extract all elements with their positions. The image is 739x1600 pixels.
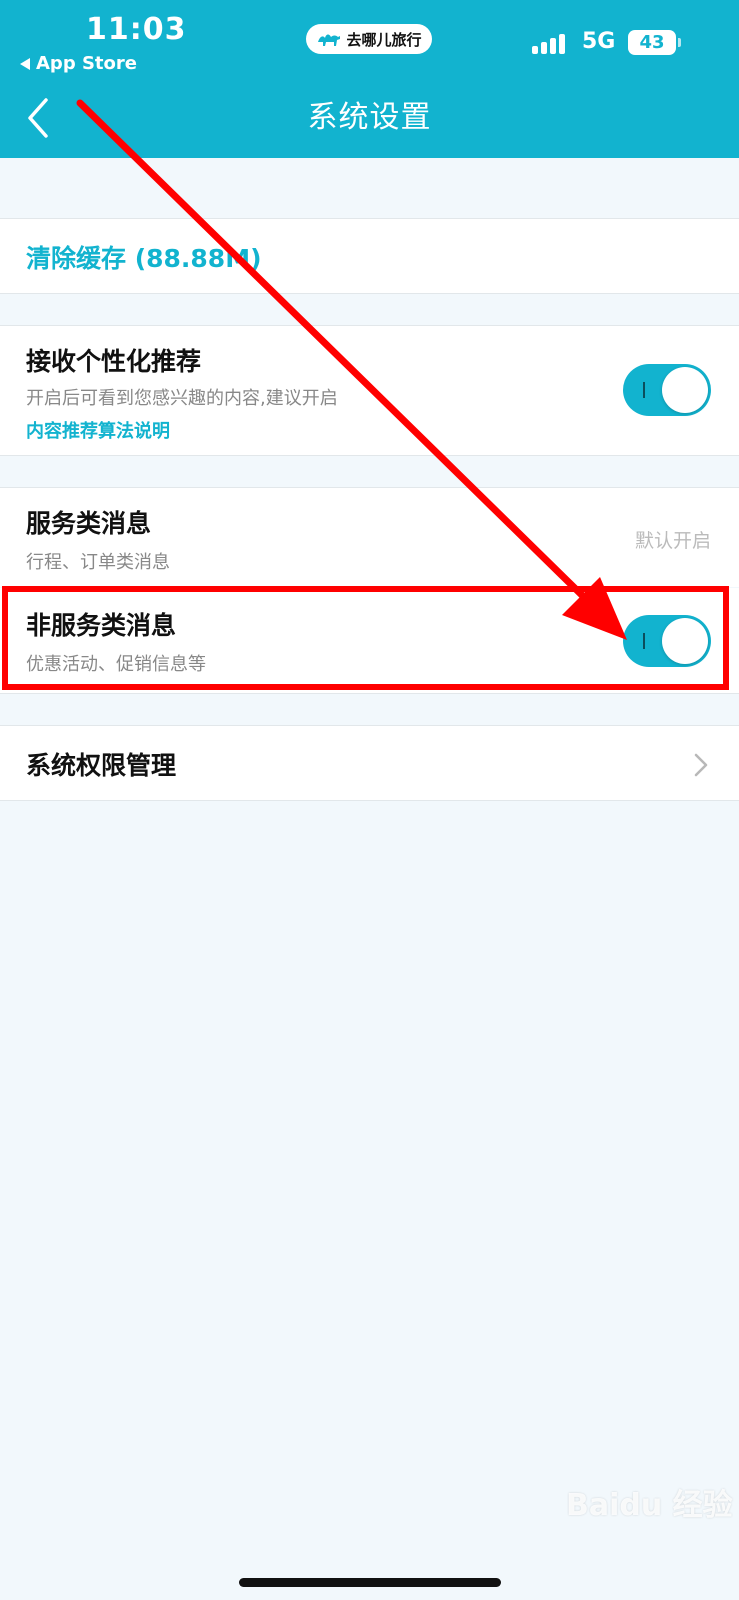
service-messages-title: 服务类消息 <box>26 509 152 538</box>
app-header: 11:03 App Store 去哪儿旅行 5G 43 系统设置 <box>0 0 739 158</box>
battery-icon: 43 <box>628 30 681 55</box>
system-permissions-row[interactable]: 系统权限管理 <box>0 725 739 801</box>
toggle-knob <box>662 367 708 413</box>
toggle-on-mark <box>643 382 645 398</box>
default-on-label: 默认开启 <box>634 530 711 552</box>
back-to-app-store[interactable]: App Store <box>20 53 137 74</box>
algorithm-explanation-link[interactable]: 内容推荐算法说明 <box>26 417 170 443</box>
non-service-messages-row: 非服务类消息 优惠活动、促销信息等 <box>0 588 739 694</box>
personalized-subtitle: 开启后可看到您感兴趣的内容,建议开启 <box>26 388 338 409</box>
back-triangle-icon <box>20 57 30 70</box>
non-service-messages-title: 非服务类消息 <box>26 611 177 640</box>
personalized-toggle[interactable] <box>623 364 711 416</box>
toggle-knob <box>662 618 708 664</box>
home-indicator[interactable] <box>239 1578 501 1587</box>
personalized-recommendation-row: 接收个性化推荐 开启后可看到您感兴趣的内容,建议开启 内容推荐算法说明 <box>0 325 739 456</box>
toggle-on-mark <box>643 633 645 649</box>
clear-cache-label: 清除缓存 (88.88M) <box>26 244 262 273</box>
chevron-right-icon <box>694 753 708 777</box>
status-time: 11:03 <box>86 12 187 47</box>
page-title: 系统设置 <box>307 100 432 135</box>
back-app-label: App Store <box>36 53 137 74</box>
clear-cache-row[interactable]: 清除缓存 (88.88M) <box>0 218 739 294</box>
service-messages-row: 服务类消息 行程、订单类消息 默认开启 <box>0 487 739 587</box>
signal-icon <box>532 32 572 54</box>
service-messages-subtitle: 行程、订单类消息 <box>26 552 170 573</box>
app-indicator-pill[interactable]: 去哪儿旅行 <box>306 24 432 54</box>
non-service-messages-subtitle: 优惠活动、促销信息等 <box>26 654 206 675</box>
non-service-messages-toggle[interactable] <box>623 615 711 667</box>
camel-logo-icon <box>318 34 341 46</box>
network-type: 5G <box>582 29 616 54</box>
system-permissions-title: 系统权限管理 <box>26 751 177 780</box>
app-name-label: 去哪儿旅行 <box>346 30 422 49</box>
battery-level: 43 <box>639 32 665 53</box>
personalized-title: 接收个性化推荐 <box>26 347 202 376</box>
baidu-watermark: Baidu 经验 <box>566 1488 733 1523</box>
